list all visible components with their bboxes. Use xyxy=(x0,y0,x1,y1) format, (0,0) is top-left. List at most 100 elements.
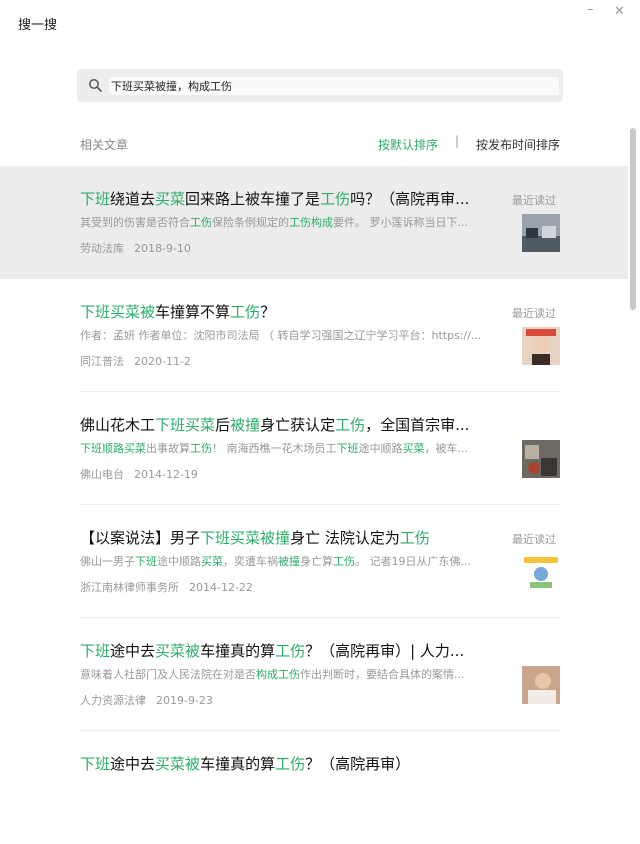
close-button[interactable]: ✕ xyxy=(614,4,625,19)
text-run: 工伤 xyxy=(335,416,366,434)
result-title[interactable]: 佛山花木工下班买菜后被撞身亡获认定工伤，全国首宗审... xyxy=(80,414,500,435)
text-run: 作出判断时，要结合具体的案情... xyxy=(300,668,465,681)
text-run: 【以案说法】男子 xyxy=(80,529,201,547)
text-run: 作者：孟妍 作者单位：沈阳市司法局 （ 转自学习强国之辽宁学习平台：https:… xyxy=(80,329,482,342)
result-thumbnail[interactable] xyxy=(522,553,560,591)
text-run: 工伤 xyxy=(190,216,212,229)
text-run: 身亡获认定 xyxy=(260,416,336,434)
sort-separator: | xyxy=(455,134,460,148)
result-title[interactable]: 下班买菜被车撞算不算工伤？ xyxy=(80,301,500,322)
text-run: 被撞 xyxy=(230,416,261,434)
text-run: ！ 南海西樵一花木场员工 xyxy=(212,442,337,455)
window-title: 搜一搜 xyxy=(18,18,58,33)
text-run: 买菜 xyxy=(110,303,141,321)
text-run: 下班 xyxy=(80,642,111,660)
text-run: ，奕遭车祸 xyxy=(223,555,278,568)
result-thumbnail[interactable] xyxy=(522,666,560,704)
text-run: ？（高院再审） xyxy=(305,755,411,773)
text-run: 出事故算 xyxy=(146,442,190,455)
result-date: 2014-12-19 xyxy=(134,468,198,481)
sort-default-button[interactable]: 按默认排序 xyxy=(378,136,438,153)
text-run: 后 xyxy=(215,416,231,434)
result-snippet: 佛山一男子下班途中顺路买菜，奕遭车祸被撞身亡算工伤。 记者19日从广东佛... xyxy=(80,553,502,569)
result-title[interactable]: 【以案说法】男子下班买菜被撞身亡 法院认定为工伤 xyxy=(80,527,500,548)
result-item[interactable]: 佛山花木工下班买菜后被撞身亡获认定工伤，全国首宗审... 下班顺路买菜出事故算工伤… xyxy=(0,392,628,505)
text-run: 买菜 xyxy=(230,529,261,547)
result-source: 人力资源法律 xyxy=(80,694,146,707)
text-run: 买菜 xyxy=(155,190,186,208)
scrollbar-thumb[interactable] xyxy=(630,128,636,310)
text-run: 买菜 xyxy=(185,416,216,434)
result-title[interactable]: 下班绕道去买菜回来路上被车撞了是工伤吗？（高院再审... xyxy=(80,188,500,209)
result-title[interactable]: 下班途中去买菜被车撞真的算工伤？（高院再审） xyxy=(80,753,500,774)
text-run: 其受到的伤害是否符合 xyxy=(80,216,190,229)
text-run: 。 记者19日从广东佛... xyxy=(355,555,471,568)
text-run: 买菜 xyxy=(155,755,186,773)
text-run: ？ xyxy=(260,303,276,321)
text-run: 被 xyxy=(185,755,201,773)
result-item[interactable]: 下班途中去买菜被车撞真的算工伤？（高院再审） xyxy=(0,731,628,844)
text-run: 身亡算 xyxy=(300,555,333,568)
result-source: 浙江南林律师事务所 xyxy=(80,581,179,594)
text-run: 构成工伤 xyxy=(256,668,300,681)
result-meta: 同江普法 2020-11-2 xyxy=(80,353,191,369)
text-run: 下班 xyxy=(80,755,111,773)
text-run: ，全国首宗审... xyxy=(365,416,470,434)
result-source: 劳动法库 xyxy=(80,242,124,255)
text-run: 被撞 xyxy=(278,555,300,568)
text-run: 下班 xyxy=(80,442,102,455)
recently-read-badge: 最近读过 xyxy=(512,307,556,320)
search-bar[interactable] xyxy=(77,69,563,102)
text-run: 工伤 xyxy=(190,442,212,455)
result-thumbnail[interactable] xyxy=(522,327,560,365)
text-run: 佛山花木工 xyxy=(80,416,156,434)
result-thumbnail[interactable] xyxy=(522,440,560,478)
text-run: 工伤 xyxy=(230,303,261,321)
result-thumbnail[interactable] xyxy=(522,214,560,252)
text-run: 吗？（高院再审... xyxy=(350,190,470,208)
result-item[interactable]: 下班途中去买菜被车撞真的算工伤？（高院再审）| 人力... 意味着人社部门及人民法… xyxy=(0,618,628,731)
result-item[interactable]: 下班买菜被车撞算不算工伤？ 作者：孟妍 作者单位：沈阳市司法局 （ 转自学习强国之… xyxy=(0,279,628,392)
result-source: 同江普法 xyxy=(80,355,124,368)
text-run: 途中去 xyxy=(110,642,156,660)
result-item[interactable]: 【以案说法】男子下班买菜被撞身亡 法院认定为工伤 佛山一男子下班途中顺路买菜，奕遭… xyxy=(0,505,628,618)
title-bar: 搜一搜 – ✕ xyxy=(0,0,640,44)
text-run: 工伤 xyxy=(399,529,430,547)
text-run: 下班 xyxy=(200,529,231,547)
text-run: ，被车... xyxy=(424,442,469,455)
result-meta: 人力资源法律 2019-9-23 xyxy=(80,692,213,708)
text-run: 佛山一男子 xyxy=(80,555,135,568)
sort-by-time-button[interactable]: 按发布时间排序 xyxy=(476,136,560,153)
result-date: 2019-9-23 xyxy=(156,694,213,707)
result-meta: 佛山电台 2014-12-19 xyxy=(80,466,198,482)
text-run: 回来路上被车撞了是 xyxy=(185,190,321,208)
text-run: 被 xyxy=(140,303,156,321)
text-run: 下班 xyxy=(80,190,111,208)
result-source: 佛山电台 xyxy=(80,468,124,481)
result-date: 2018-9-10 xyxy=(134,242,191,255)
result-item[interactable]: 下班绕道去买菜回来路上被车撞了是工伤吗？（高院再审... 其受到的伤害是否符合工伤… xyxy=(0,166,628,279)
result-snippet: 意味着人社部门及人民法院在对是否构成工伤作出判断时，要结合具体的案情... xyxy=(80,666,502,682)
text-run: 买菜 xyxy=(155,642,186,660)
result-snippet: 其受到的伤害是否符合工伤保险条例规定的工伤构成要件。 罗小莲诉称当日下... xyxy=(80,214,502,230)
text-run: 买菜 xyxy=(402,442,425,455)
text-run: 被 xyxy=(185,642,201,660)
section-label: 相关文章 xyxy=(80,138,129,152)
text-run: 工伤构成 xyxy=(289,216,333,229)
text-run: 意味着人社部门及人民法院在对是否 xyxy=(80,668,256,681)
text-run: 工伤 xyxy=(275,642,306,660)
text-run: 下班 xyxy=(135,555,157,568)
search-input[interactable] xyxy=(109,77,559,95)
search-icon xyxy=(89,79,102,92)
minimize-button[interactable]: – xyxy=(587,2,594,17)
text-run: 车撞真的算 xyxy=(200,755,276,773)
recently-read-badge: 最近读过 xyxy=(512,194,556,207)
text-run: 工伤 xyxy=(333,555,355,568)
text-run: 车撞算不算 xyxy=(155,303,231,321)
result-snippet: 下班顺路买菜出事故算工伤！ 南海西樵一花木场员工下班途中顺路买菜，被车... xyxy=(80,440,502,456)
text-run: 下班 xyxy=(80,303,111,321)
result-snippet: 作者：孟妍 作者单位：沈阳市司法局 （ 转自学习强国之辽宁学习平台：https:… xyxy=(80,327,502,343)
result-title[interactable]: 下班途中去买菜被车撞真的算工伤？（高院再审）| 人力... xyxy=(80,640,500,661)
result-date: 2020-11-2 xyxy=(134,355,191,368)
text-run: 身亡 法院认定为 xyxy=(290,529,400,547)
